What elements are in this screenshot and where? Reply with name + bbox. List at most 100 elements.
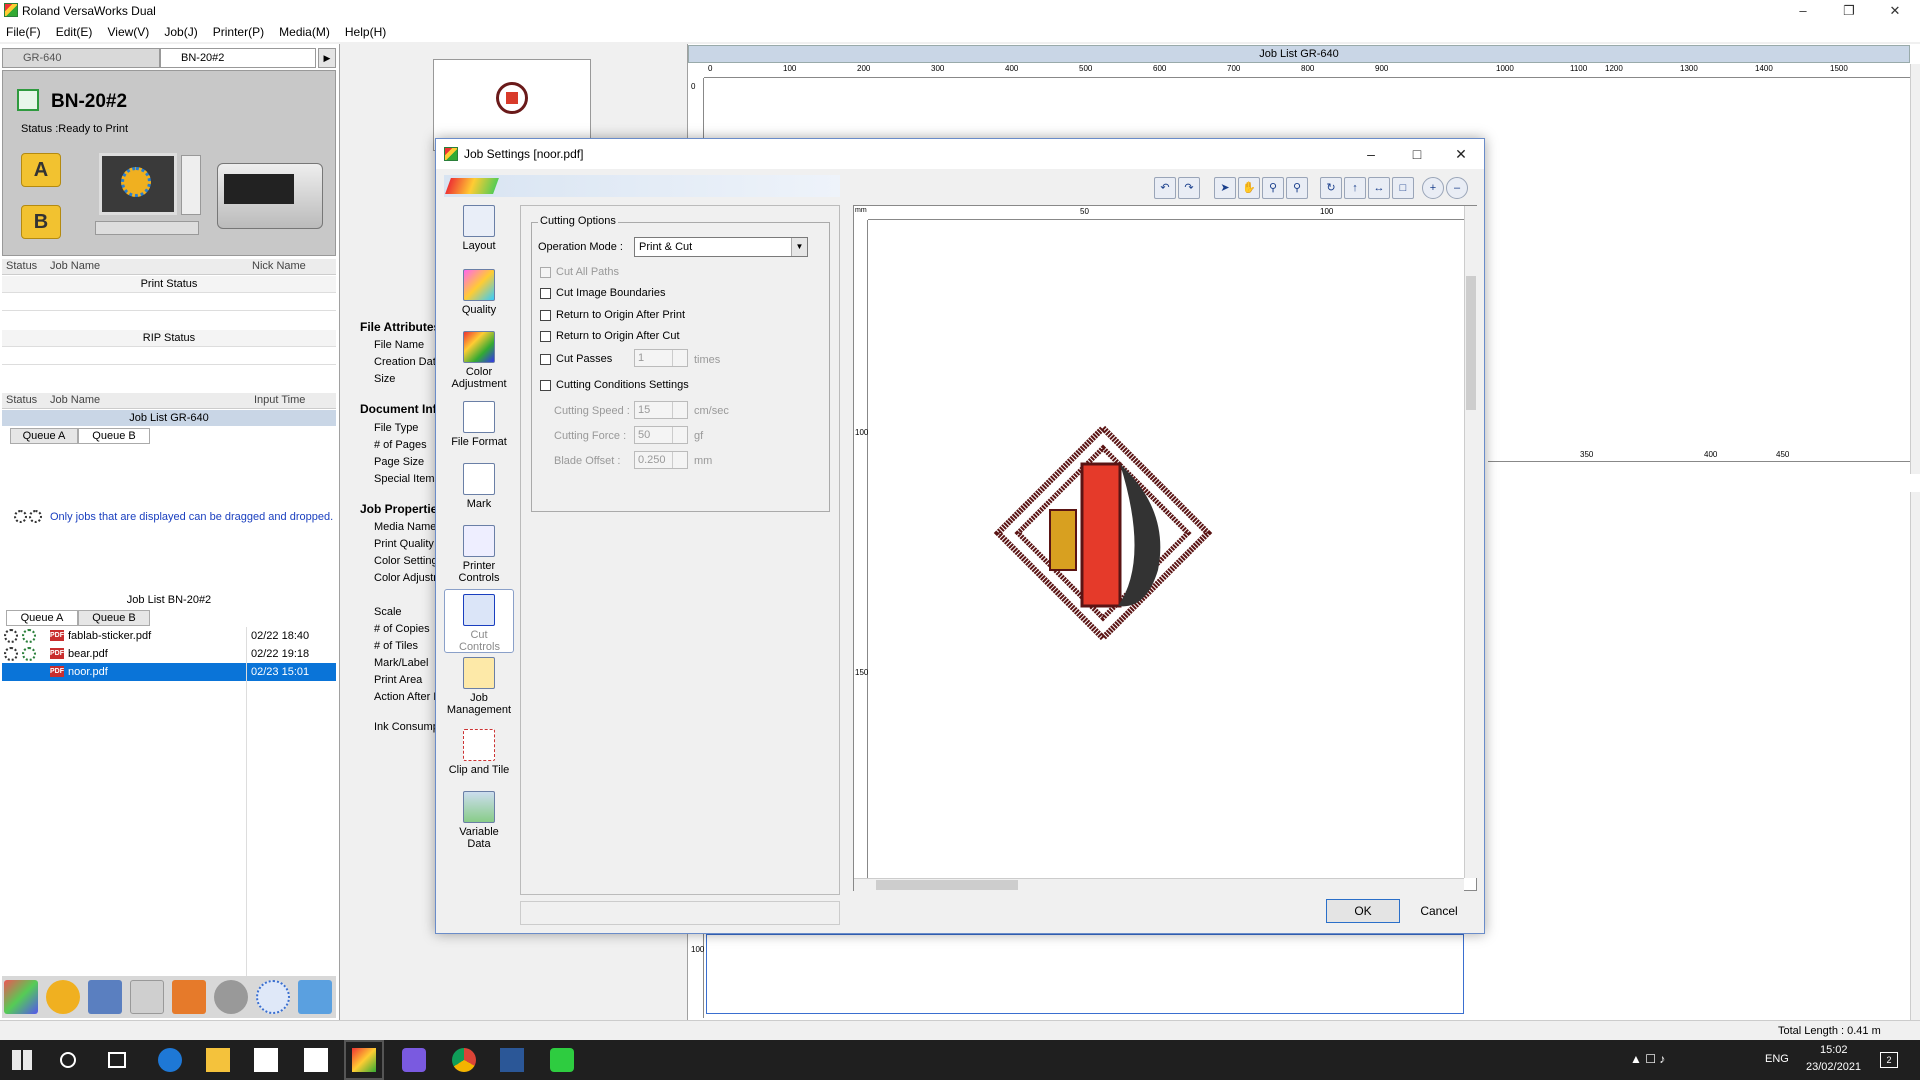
chrome-icon[interactable]: [452, 1048, 476, 1072]
menu-edit[interactable]: Edit(E): [50, 22, 99, 42]
cut-image-boundaries-checkbox[interactable]: [540, 288, 551, 299]
preview-vscrollbar[interactable]: [1464, 206, 1477, 878]
ok-button[interactable]: OK: [1326, 899, 1400, 923]
tab-bn-queue-a[interactable]: Queue A: [6, 610, 78, 626]
cut-passes-stepper[interactable]: 1: [634, 349, 688, 367]
cut-all-paths-checkbox[interactable]: [540, 267, 551, 278]
sidebar-item-layout[interactable]: Layout: [444, 205, 514, 261]
queue-a-icon[interactable]: A: [21, 153, 61, 187]
store-icon[interactable]: [254, 1048, 278, 1072]
menu-view[interactable]: View(V): [101, 22, 155, 42]
rip-gear-icon: [4, 629, 18, 643]
return-after-print-checkbox[interactable]: [540, 310, 551, 321]
select-arrow-icon[interactable]: ➤: [1214, 177, 1236, 199]
tray-icons[interactable]: ▲ ☐ ♪: [1630, 1052, 1750, 1068]
media-icon[interactable]: [4, 980, 38, 1014]
fit-width-icon[interactable]: ↔: [1368, 177, 1390, 199]
zoom-in-area-icon[interactable]: ⚲: [1262, 177, 1284, 199]
drag-drop-message: Only jobs that are displayed can be drag…: [50, 511, 334, 523]
cancel-button[interactable]: Cancel: [1402, 899, 1476, 923]
job-time: 02/23 15:01: [251, 666, 310, 678]
layout-vscroll-bottom[interactable]: [1910, 492, 1920, 1020]
job-list-gr-title[interactable]: Job List GR-640: [2, 410, 336, 426]
tab-gr-queue-b[interactable]: Queue B: [78, 428, 150, 444]
sidebar-item-job-management[interactable]: Job Management: [444, 657, 514, 723]
check-icon[interactable]: [88, 980, 122, 1014]
operation-mode-select[interactable]: Print & Cut ▼: [634, 237, 808, 257]
fit-page-icon[interactable]: □: [1392, 177, 1414, 199]
blade-offset-stepper[interactable]: 0.250: [634, 451, 688, 469]
dialog-maximize-button[interactable]: □: [1394, 139, 1440, 169]
spinner-icon[interactable]: [256, 980, 290, 1014]
sidebar-item-cut-controls[interactable]: Cut Controls: [444, 589, 514, 653]
tab-scroll-right-icon[interactable]: ▶: [318, 48, 336, 68]
sidebar-item-mark[interactable]: Mark: [444, 463, 514, 519]
redo-icon[interactable]: ↷: [1178, 177, 1200, 199]
tab-bn-queue-b[interactable]: Queue B: [78, 610, 150, 626]
tab-gr-640[interactable]: GR-640: [2, 48, 160, 68]
clock-date[interactable]: 23/02/2021: [1806, 1061, 1861, 1073]
preview-hscrollbar[interactable]: [854, 878, 1464, 891]
files-icon[interactable]: [130, 980, 164, 1014]
language-indicator[interactable]: ENG: [1765, 1053, 1789, 1065]
restore-button[interactable]: ❐: [1826, 0, 1872, 22]
quality-icon: [463, 269, 495, 301]
versaworks-taskbar-icon[interactable]: [344, 1040, 384, 1080]
tab-bn-20-2[interactable]: BN-20#2: [160, 48, 316, 68]
word-icon[interactable]: [500, 1048, 524, 1072]
menu-media[interactable]: Media(M): [273, 22, 336, 42]
sidebar-item-variable-data[interactable]: Variable Data: [444, 791, 514, 857]
menu-job[interactable]: Job(J): [158, 22, 203, 42]
align-top-icon[interactable]: ↑: [1344, 177, 1366, 199]
file-explorer-icon[interactable]: [206, 1048, 230, 1072]
task-view-icon[interactable]: [108, 1052, 126, 1068]
download-icon[interactable]: [172, 980, 206, 1014]
sidebar-item-clip-and-tile[interactable]: Clip and Tile: [444, 729, 514, 785]
rotate-icon[interactable]: ↻: [1320, 177, 1342, 199]
stop-icon[interactable]: [214, 980, 248, 1014]
sidebar-item-color-adjustment[interactable]: Color Adjustment: [444, 331, 514, 397]
app-title-bar: Roland VersaWorks Dual – ❐ ✕: [0, 0, 1920, 22]
cutting-force-stepper[interactable]: 50: [634, 426, 688, 444]
notifications-icon[interactable]: 2: [1880, 1052, 1898, 1068]
zoom-out-icon[interactable]: ⚲: [1286, 177, 1308, 199]
return-after-cut-checkbox[interactable]: [540, 331, 551, 342]
rip-status-label: RIP Status: [2, 330, 336, 346]
pdf-icon: PDF: [50, 648, 64, 659]
sidebar-item-quality[interactable]: Quality: [444, 269, 514, 325]
sidebar-item-file-format[interactable]: File Format: [444, 401, 514, 457]
plus-icon[interactable]: +: [1422, 177, 1444, 199]
menu-printer[interactable]: Printer(P): [207, 22, 270, 42]
green-app-icon[interactable]: [550, 1048, 574, 1072]
cutting-speed-stepper[interactable]: 15: [634, 401, 688, 419]
cutting-conditions-checkbox[interactable]: [540, 380, 551, 391]
layout-job-list-title[interactable]: Job List GR-640: [688, 45, 1910, 63]
sidebar-item-printer-controls[interactable]: Printer Controls: [444, 525, 514, 591]
job-row-fablab[interactable]: PDF fablab-sticker.pdf 02/22 18:40: [2, 627, 336, 645]
job-row-bear[interactable]: PDF bear.pdf 02/22 19:18: [2, 645, 336, 663]
minimize-button[interactable]: –: [1780, 0, 1826, 22]
dialog-close-button[interactable]: ✕: [1438, 139, 1484, 169]
menu-file[interactable]: File(F): [0, 22, 47, 42]
printer-status: Status :Ready to Print: [21, 123, 128, 135]
clock-time[interactable]: 15:02: [1820, 1044, 1848, 1056]
settings-gear-icon[interactable]: [46, 980, 80, 1014]
search-icon[interactable]: [60, 1052, 76, 1068]
edge-icon[interactable]: [158, 1048, 182, 1072]
undo-icon[interactable]: ↶: [1154, 177, 1176, 199]
windows-start-icon[interactable]: [12, 1050, 32, 1070]
job-row-noor[interactable]: PDF noor.pdf 02/23 15:01: [2, 663, 336, 681]
dialog-minimize-button[interactable]: –: [1348, 139, 1394, 169]
mail-icon[interactable]: [304, 1048, 328, 1072]
close-button[interactable]: ✕: [1872, 0, 1918, 22]
cut-passes-checkbox[interactable]: [540, 354, 551, 365]
job-list-bn-title[interactable]: Job List BN-20#2: [2, 592, 336, 608]
app-purple-icon[interactable]: [402, 1048, 426, 1072]
queue-b-icon[interactable]: B: [21, 205, 61, 239]
tab-gr-queue-a[interactable]: Queue A: [10, 428, 78, 444]
minus-icon[interactable]: –: [1446, 177, 1468, 199]
menu-help[interactable]: Help(H): [339, 22, 392, 42]
trash-icon[interactable]: [298, 980, 332, 1014]
layout-vscroll-top[interactable]: [1910, 64, 1920, 474]
hand-pan-icon[interactable]: ✋: [1238, 177, 1260, 199]
